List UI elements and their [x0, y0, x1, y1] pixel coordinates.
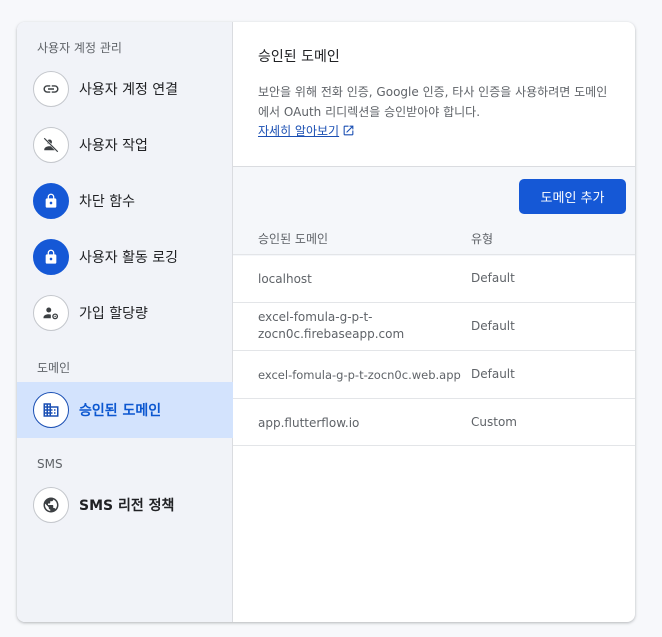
sidebar-item-label: SMS 리전 정책	[79, 498, 175, 514]
sidebar-item-label: 사용자 계정 연결	[79, 82, 179, 98]
learn-more-link[interactable]: 자세히 알아보기	[258, 122, 355, 139]
sidebar-item-label: 사용자 작업	[79, 138, 148, 154]
settings-card: 사용자 계정 관리 사용자 계정 연결 사용자 작업 차단 함수 사용자 활동 …	[17, 22, 635, 622]
page-title: 승인된 도메인	[258, 49, 340, 65]
sidebar-item-label: 사용자 활동 로깅	[79, 250, 179, 266]
table-row[interactable]: excel-fomula-g-p-t- zocn0c.firebaseapp.c…	[233, 302, 635, 350]
row-domain-line: excel-fomula-g-p-t-	[258, 310, 373, 324]
globe-icon	[33, 487, 69, 523]
building-icon	[33, 392, 69, 428]
row-type: Custom	[471, 415, 517, 429]
person-settings-icon	[33, 295, 69, 331]
add-domain-button[interactable]: 도메인 추가	[519, 179, 626, 214]
sidebar-item-label: 차단 함수	[79, 194, 135, 210]
row-domain: excel-fomula-g-p-t- zocn0c.firebaseapp.c…	[258, 309, 404, 343]
main-panel: 승인된 도메인 보안을 위해 전화 인증, Google 인증, 타사 인증을 …	[233, 22, 635, 622]
sidebar-item-account-linking[interactable]: 사용자 계정 연결	[17, 61, 233, 117]
sidebar-item-blocking-functions[interactable]: 차단 함수	[17, 173, 233, 229]
sidebar-item-authorized-domains[interactable]: 승인된 도메인	[17, 382, 233, 438]
sidebar: 사용자 계정 관리 사용자 계정 연결 사용자 작업 차단 함수 사용자 활동 …	[17, 22, 233, 622]
person-off-icon	[33, 127, 69, 163]
row-domain-line: zocn0c.firebaseapp.com	[258, 327, 405, 341]
row-domain: excel-fomula-g-p-t-zocn0c.web.app	[258, 368, 461, 382]
sidebar-item-label: 승인된 도메인	[79, 403, 162, 419]
column-header-domain: 승인된 도메인	[258, 232, 329, 246]
description: 보안을 위해 전화 인증, Google 인증, 타사 인증을 사용하려면 도메…	[258, 85, 608, 119]
learn-more-label: 자세히 알아보기	[258, 124, 340, 138]
sidebar-item-user-actions[interactable]: 사용자 작업	[17, 117, 233, 173]
row-type: Default	[471, 271, 515, 285]
link-icon	[33, 71, 69, 107]
section-label-domain: 도메인	[37, 361, 71, 375]
lock-icon	[33, 239, 69, 275]
row-domain: app.flutterflow.io	[258, 416, 360, 430]
sidebar-item-label: 가입 할당량	[79, 306, 148, 322]
table-row[interactable]: app.flutterflow.io Custom	[233, 398, 635, 446]
external-link-icon	[342, 124, 355, 137]
table-row[interactable]: localhost Default	[233, 254, 635, 302]
row-domain: localhost	[258, 272, 312, 286]
section-label-sms: SMS	[37, 457, 63, 471]
table-row[interactable]: excel-fomula-g-p-t-zocn0c.web.app Defaul…	[233, 350, 635, 398]
column-header-type: 유형	[471, 232, 494, 246]
lock-icon	[33, 183, 69, 219]
sidebar-item-sms-region-policy[interactable]: SMS 리전 정책	[17, 477, 233, 533]
sidebar-item-signup-quota[interactable]: 가입 할당량	[17, 285, 233, 341]
row-type: Default	[471, 367, 515, 381]
row-type: Default	[471, 319, 515, 333]
sidebar-item-activity-logging[interactable]: 사용자 활동 로깅	[17, 229, 233, 285]
section-label-user-accounts: 사용자 계정 관리	[37, 41, 122, 55]
